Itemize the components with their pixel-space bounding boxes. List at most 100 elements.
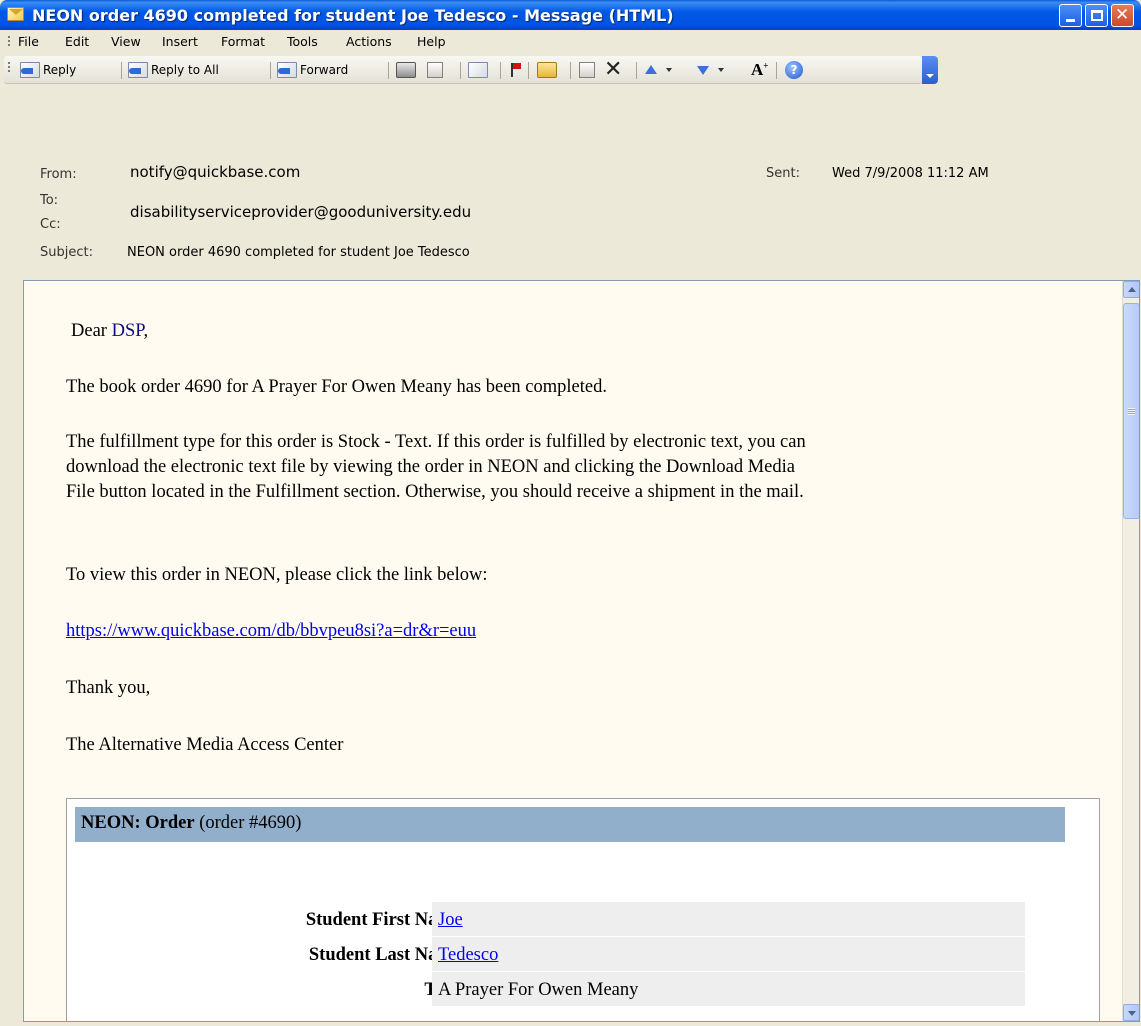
signature: The Alternative Media Access Center [66,735,344,755]
subject-label: Subject: [40,245,93,260]
menu-actions[interactable]: Actions [346,34,392,49]
toolbar-options-button[interactable] [922,56,938,84]
minimize-icon [1066,19,1075,22]
close-icon: ✕ [1115,5,1130,25]
printer-icon [396,62,416,78]
font-size-button[interactable]: A+ [751,60,768,80]
toolbar-separator [636,62,637,79]
chevron-down-icon [718,68,724,72]
title-bar[interactable]: NEON order 4690 completed for student Jo… [0,0,1141,30]
subject-value: NEON order 4690 completed for student Jo… [127,245,470,260]
menu-insert[interactable]: Insert [162,34,198,49]
envelope-delete-icon [468,62,488,78]
down-arrow-icon [697,62,709,78]
delete-icon: ✕ [604,57,623,82]
from-value[interactable]: notify@quickbase.com [130,163,300,181]
close-button[interactable]: ✕ [1111,4,1134,27]
next-item-button[interactable] [697,60,724,80]
toolbar-separator [500,62,501,79]
forward-button[interactable]: Forward [277,60,348,80]
greeting-name: DSP [111,321,144,341]
paragraph-fulfillment-line1: The fulfillment type for this order is S… [66,432,806,452]
title-value: A Prayer For Owen Meany [438,980,639,1000]
toolbar-separator [270,62,271,79]
row-value-cell: Joe [432,902,1025,936]
folder-icon [537,62,557,78]
menu-tools[interactable]: Tools [287,34,318,49]
from-label: From: [40,167,77,182]
order-link[interactable]: https://www.quickbase.com/db/bbvpeu8si?a… [66,621,476,642]
to-value[interactable]: disabilityserviceprovider@gooduniversity… [130,203,471,221]
greeting-suffix: , [143,321,149,341]
sent-value: Wed 7/9/2008 11:12 AM [832,166,989,181]
toolbar-separator [528,62,529,79]
paragraph-fulfillment-line3: File button located in the Fulfillment s… [66,482,804,502]
order-table: NEON: Order (order #4690) Student First … [66,798,1101,1021]
flag-icon [509,62,521,78]
menu-bar: File Edit View Insert Format Tools Actio… [4,30,1137,54]
toolbar-separator [570,62,571,79]
menu-view[interactable]: View [111,34,141,49]
previous-item-button[interactable] [645,60,672,80]
row-value-cell: A Prayer For Owen Meany [432,972,1025,1006]
greeting-prefix: Dear [71,321,112,341]
window-title: NEON order 4690 completed for student Jo… [32,6,674,25]
maximize-button[interactable] [1085,4,1108,27]
menu-grip[interactable] [8,36,10,48]
message-body[interactable]: Dear DSP, The book order 4690 for A Pray… [23,280,1140,1022]
reply-all-icon [128,62,148,78]
scroll-down-button[interactable] [1123,1004,1139,1021]
help-icon: ? [785,61,803,79]
standard-toolbar: Reply Reply to All Forward ✕ A+ ? [4,56,922,84]
toolbar-separator [460,62,461,79]
last-name-link[interactable]: Tedesco [438,945,498,966]
copy-button[interactable] [427,60,446,80]
reply-button[interactable]: Reply [20,60,76,80]
reply-all-button[interactable]: Reply to All [128,60,219,80]
reply-all-label: Reply to All [151,63,219,77]
toolbar-separator [776,62,777,79]
maximize-icon [1091,10,1103,21]
to-label: To: [40,193,59,208]
reply-label: Reply [43,63,77,77]
follow-up-button[interactable] [509,60,524,80]
vertical-scrollbar[interactable] [1122,281,1139,1021]
sent-label: Sent: [766,166,800,181]
menu-edit[interactable]: Edit [65,34,89,49]
move-folder-button[interactable] [537,60,560,80]
paragraph-view-order: To view this order in NEON, please click… [66,565,488,585]
table-row: Student Last Name Tedesco [67,937,1101,973]
move-to-folder-button[interactable] [468,60,491,80]
greeting: Dear DSP, [71,321,148,342]
order-heading-bold: NEON: Order [81,813,195,833]
reply-icon [20,62,40,78]
cc-label: Cc: [40,217,61,232]
chevron-down-icon [666,68,672,72]
thanks-text: Thank you, [66,678,151,698]
paragraph-fulfillment-line2: download the electronic text file by vie… [66,457,795,477]
order-table-heading: NEON: Order (order #4690) [75,807,1065,842]
forward-label: Forward [300,63,349,77]
font-size-icon: A+ [751,60,769,79]
scroll-up-button[interactable] [1123,281,1139,298]
delete-button[interactable]: ✕ [604,57,623,82]
scroll-thumb[interactable] [1123,303,1139,519]
menu-help[interactable]: Help [417,34,446,49]
document-icon [579,62,595,78]
first-name-link[interactable]: Joe [438,910,463,931]
help-button[interactable]: ? [785,60,806,80]
envelope-icon [7,7,24,21]
print-button[interactable] [396,60,419,80]
minimize-button[interactable] [1059,4,1082,27]
toolbar-grip[interactable] [8,62,10,74]
paragraph-completed: The book order 4690 for A Prayer For Owe… [66,377,607,397]
row-value-cell: Tedesco [432,937,1025,971]
menu-file[interactable]: File [18,34,39,49]
table-row: Title A Prayer For Owen Meany [67,972,1101,1008]
menu-format[interactable]: Format [221,34,265,49]
categorize-button[interactable] [579,60,598,80]
copy-icon [427,62,443,78]
up-arrow-icon [645,62,657,78]
toolbar-separator [388,62,389,79]
order-heading-number: (order #4690) [194,813,302,833]
